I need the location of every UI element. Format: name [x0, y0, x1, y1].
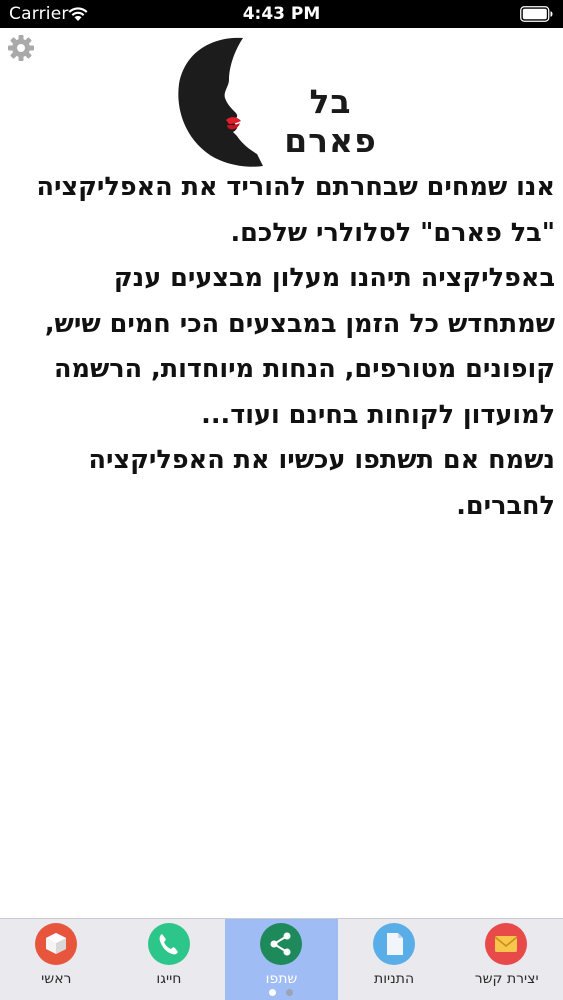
tab-call[interactable]: חייגו: [113, 919, 226, 1000]
share-request-paragraph: נשמח אם תשתפו עכשיו את האפליקציה לחברים.: [88, 445, 555, 521]
tab-share-label: שתפו: [265, 971, 298, 987]
tab-share[interactable]: שתפו: [225, 919, 338, 1000]
page-dot: [269, 989, 276, 996]
phone-icon: [147, 923, 190, 965]
tab-terms-label: התניות: [374, 971, 415, 987]
share-icon: [260, 923, 303, 965]
tab-terms[interactable]: התניות: [338, 919, 451, 1000]
gear-icon[interactable]: [6, 33, 36, 63]
document-icon: [372, 923, 415, 965]
status-time: 4:43 PM: [242, 4, 321, 24]
logo-text: בל פארם: [284, 82, 377, 160]
welcome-message: אנו שמחים שבחרתם להוריד את האפליקציה "בל…: [0, 165, 559, 529]
battery-icon: [520, 6, 553, 22]
tab-contact[interactable]: יצירת קשר: [450, 919, 563, 1000]
tab-bar: ראשי חייגו שתפו התניות יצירת קשר: [0, 918, 563, 1000]
features-paragraph: באפליקציה תיהנו מעלון מבצעים ענק שמתחדש …: [44, 263, 555, 430]
app-screen: Carrier 4:43 PM בל פארם אנו שמחים שבחרתם…: [0, 0, 563, 1000]
page-dot: [286, 989, 293, 996]
tab-home-label: ראשי: [41, 971, 72, 987]
page-indicator: [267, 989, 297, 997]
cube-icon: [35, 923, 77, 965]
tab-contact-label: יצירת קשר: [474, 971, 539, 987]
status-bar: Carrier 4:43 PM: [0, 0, 563, 28]
tab-call-label: חייגו: [156, 971, 182, 987]
tab-home[interactable]: ראשי: [0, 919, 113, 1000]
welcome-paragraph: אנו שמחים שבחרתם להוריד את האפליקציה "בל…: [36, 172, 555, 248]
envelope-icon: [485, 923, 528, 965]
